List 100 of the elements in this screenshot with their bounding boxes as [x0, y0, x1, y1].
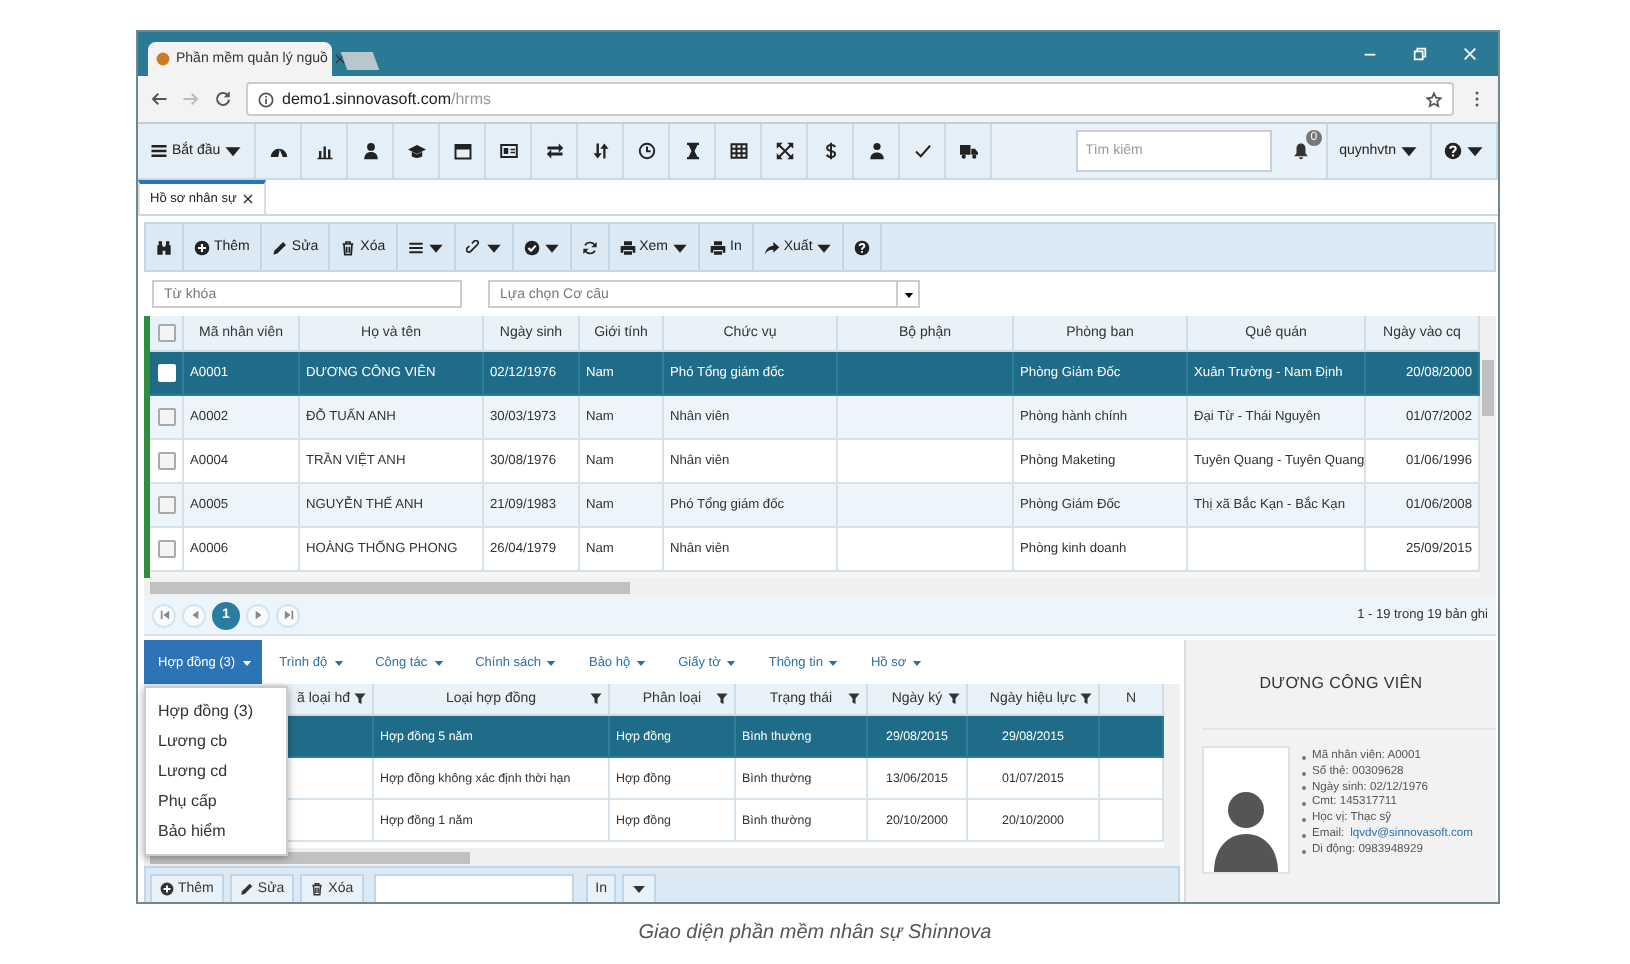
calendar-icon [453, 142, 472, 160]
truck-button[interactable] [946, 124, 993, 178]
id-card-icon [499, 142, 518, 160]
row-checkbox[interactable] [157, 408, 175, 426]
help-icon [1444, 142, 1462, 160]
trash-icon [310, 882, 325, 896]
last-page-icon [283, 610, 293, 620]
row-checkbox[interactable] [157, 496, 175, 514]
url-path: /hrms [451, 90, 491, 108]
link-icon [465, 239, 482, 255]
previous-page-button[interactable] [182, 603, 206, 627]
bar-chart-button[interactable] [302, 124, 349, 178]
employee-name: DƯƠNG CÔNG VIÊN [1259, 674, 1423, 692]
close-icon [242, 190, 255, 208]
id-card-button[interactable] [486, 124, 533, 178]
caret-icon [546, 657, 557, 667]
swap-icon [591, 142, 610, 160]
url-host: demo1.sinnovasoft.com [282, 90, 451, 108]
plus-circle-icon [160, 882, 174, 896]
select-all-checkbox[interactable] [157, 324, 175, 342]
printer-icon [710, 239, 727, 255]
caret-icon [1466, 142, 1484, 160]
filter-icon [716, 692, 728, 706]
filter-icon [1080, 692, 1092, 706]
clock-button[interactable] [624, 124, 671, 178]
menu-item[interactable]: Phụ cấp [146, 786, 286, 816]
caret-icon [433, 657, 444, 667]
gauge-button[interactable] [256, 124, 303, 178]
info-icon [258, 91, 274, 107]
first-page-icon [159, 610, 169, 620]
filter-icon [948, 692, 960, 706]
caret-icon [632, 882, 647, 896]
dollar-button[interactable] [808, 124, 855, 178]
menu-item[interactable]: Bảo hiểm [146, 816, 286, 846]
first-page-button[interactable] [152, 603, 176, 627]
menu-item[interactable]: Lương cb [146, 726, 286, 756]
caret-icon [672, 239, 689, 255]
print-menu-button[interactable] [622, 874, 657, 902]
person-button[interactable] [348, 124, 395, 178]
horizontal-scrollbar[interactable] [144, 578, 1496, 596]
vertical-scrollbar[interactable] [1164, 684, 1180, 848]
transfer-arrows-icon [545, 142, 564, 160]
close-icon [333, 50, 346, 68]
share-arrow-icon [763, 239, 780, 255]
plus-circle-icon [194, 239, 210, 255]
person-icon [361, 142, 380, 160]
menu-item[interactable]: Lương cd [146, 756, 286, 786]
dropdown-button[interactable] [898, 280, 920, 308]
check-icon [913, 142, 932, 160]
clock-icon [637, 142, 656, 160]
pencil-icon [239, 882, 254, 896]
row-checkbox[interactable] [157, 452, 175, 470]
next-page-icon [253, 610, 263, 620]
expand-button[interactable] [762, 124, 809, 178]
horizontal-scrollbar[interactable] [144, 848, 1180, 866]
filter-icon [848, 692, 860, 706]
table-button[interactable] [716, 124, 763, 178]
caret-icon [241, 657, 252, 667]
expand-icon [775, 142, 794, 160]
vertical-scrollbar[interactable] [1480, 316, 1496, 578]
trash-icon [340, 239, 357, 255]
pencil-icon [271, 239, 288, 255]
transfer-arrows-button[interactable] [532, 124, 579, 178]
next-page-button[interactable] [246, 603, 270, 627]
last-page-button[interactable] [276, 603, 300, 627]
caret-icon [726, 657, 737, 667]
caret-icon [828, 657, 839, 667]
truck-icon [959, 142, 978, 160]
help-menu-button[interactable] [1432, 124, 1498, 178]
hourglass-icon [683, 142, 702, 160]
caret-icon [427, 239, 444, 255]
dollar-icon [821, 142, 840, 160]
caret-icon [636, 657, 647, 667]
check-circle-icon [523, 239, 540, 255]
row-checkbox[interactable] [157, 540, 175, 558]
calendar-button[interactable] [440, 124, 487, 178]
caret-icon [224, 142, 243, 160]
refresh-icon [581, 239, 598, 255]
swap-button[interactable] [578, 124, 625, 178]
check-button[interactable] [900, 124, 947, 178]
caret-icon [903, 289, 913, 299]
help-icon [854, 239, 871, 255]
new-tab-button[interactable] [340, 52, 380, 70]
hourglass-button[interactable] [670, 124, 717, 178]
menu-item[interactable]: Hợp đồng (3) [146, 696, 286, 726]
caret-icon [912, 657, 923, 667]
address-field[interactable]: demo1.sinnovasoft.com/hrms [246, 82, 1454, 116]
close-icon [1462, 46, 1478, 62]
person-badge-button[interactable] [854, 124, 901, 178]
table-icon [729, 142, 748, 160]
caret-icon [333, 657, 344, 667]
bar-chart-icon [315, 142, 334, 160]
favicon-icon [156, 52, 170, 66]
binoculars-icon [156, 239, 172, 255]
star-icon [1426, 91, 1442, 107]
person-badge-icon [867, 142, 886, 160]
input-field[interactable] [373, 874, 574, 902]
graduation-cap-button[interactable] [394, 124, 441, 178]
bell-icon [1291, 142, 1310, 160]
filter-icon [354, 692, 366, 706]
